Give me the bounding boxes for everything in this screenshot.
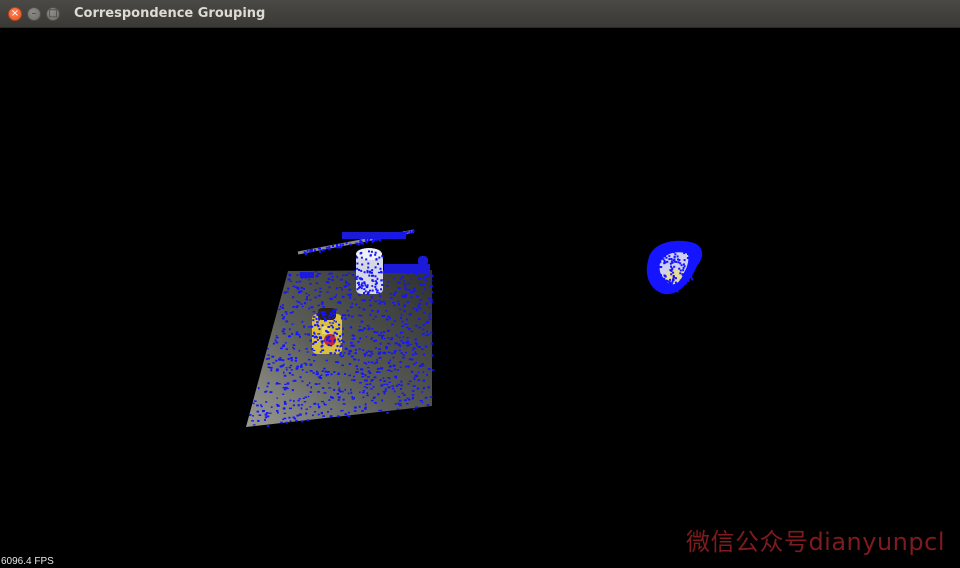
model-point-cloud — [646, 240, 703, 295]
minimize-icon[interactable]: – — [27, 7, 41, 21]
scene-point-cloud — [246, 229, 435, 427]
close-icon[interactable]: × — [8, 7, 22, 21]
pcl-viewer-canvas[interactable] — [0, 28, 960, 568]
window-title: Correspondence Grouping — [74, 6, 266, 21]
fps-counter: 6096.4 FPS — [1, 556, 54, 567]
watermark: 微信公众号dianyunpcl — [685, 528, 945, 556]
maximize-icon[interactable]: □ — [46, 7, 60, 21]
point-cloud-render — [246, 229, 703, 427]
window-titlebar[interactable]: × – □ Correspondence Grouping — [0, 0, 960, 28]
